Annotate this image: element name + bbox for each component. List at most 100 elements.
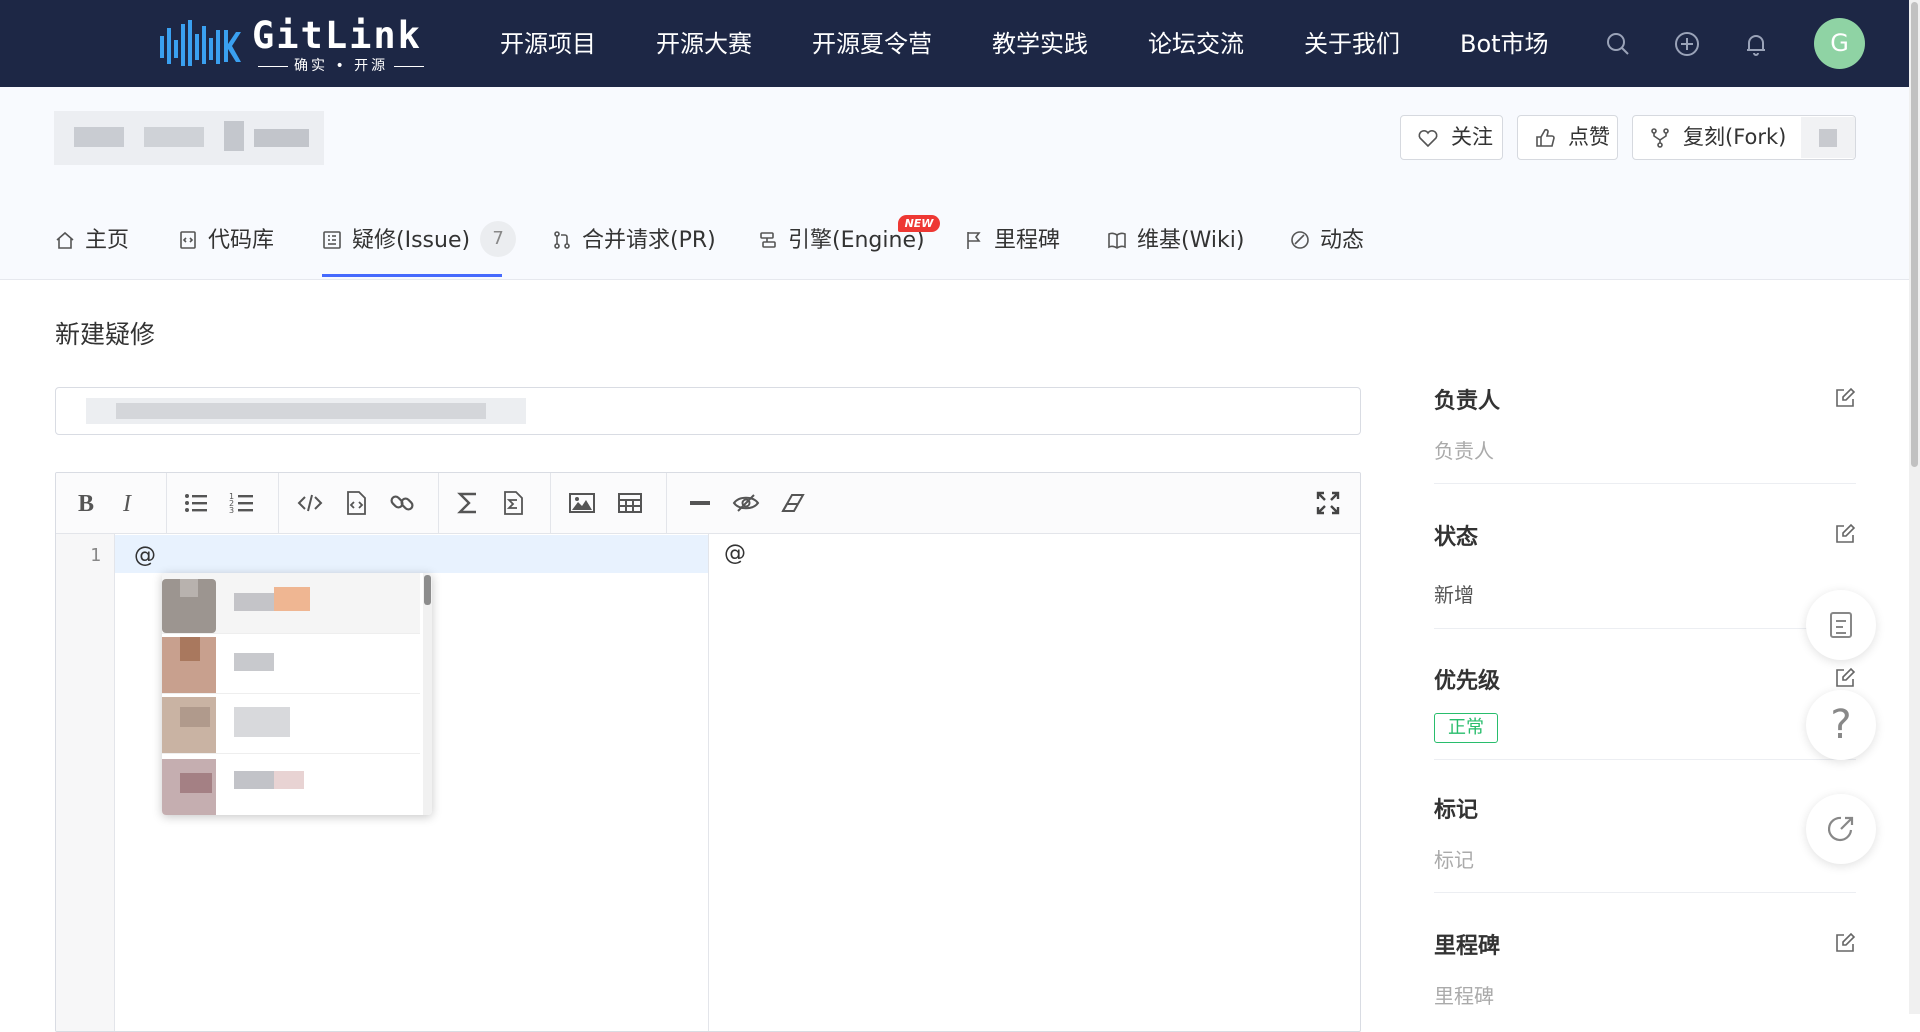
- user-avatar[interactable]: G: [1814, 18, 1865, 69]
- nav-forum[interactable]: 论坛交流: [1148, 28, 1244, 60]
- formula-icon[interactable]: [454, 489, 482, 517]
- milestone-title: 里程碑: [1434, 934, 1501, 959]
- mention-option[interactable]: [162, 693, 420, 754]
- dropdown-scrollbar-thumb[interactable]: [424, 575, 431, 605]
- toolbar-separator: [278, 473, 279, 533]
- toolbar-separator: [666, 473, 667, 533]
- watch-label: 关注: [1451, 125, 1493, 149]
- float-help-button[interactable]: ?: [1806, 690, 1876, 760]
- svg-text:I: I: [122, 491, 132, 517]
- fork-button[interactable]: 复刻(Fork): [1632, 115, 1856, 160]
- logo-slogan: 确实 • 开源: [252, 58, 430, 74]
- bullet-list-icon[interactable]: [182, 489, 210, 517]
- eraser-icon[interactable]: [778, 489, 806, 517]
- toolbar-separator: [166, 473, 167, 533]
- mention-option[interactable]: [162, 633, 420, 694]
- float-notes-button[interactable]: [1806, 590, 1876, 660]
- editor-content[interactable]: @: [134, 543, 156, 568]
- activity-icon: [1291, 231, 1309, 249]
- engine-icon: [760, 232, 776, 248]
- mention-option[interactable]: [162, 753, 420, 815]
- tab-code[interactable]: 代码库: [178, 225, 274, 257]
- section-divider: [1434, 759, 1856, 760]
- edit-status-icon[interactable]: [1834, 523, 1856, 545]
- issue-title-input[interactable]: [55, 387, 1361, 435]
- home-icon: [56, 231, 74, 249]
- tab-pull-request[interactable]: 合并请求(PR): [552, 225, 716, 257]
- issue-count-badge: 7: [480, 221, 517, 257]
- milestone-section: 里程碑 里程碑: [1434, 928, 1856, 1014]
- page-title: 新建疑修: [55, 320, 156, 349]
- logo-slogan-text: 确实 • 开源: [294, 58, 389, 74]
- code-icon[interactable]: [296, 489, 324, 517]
- assignee-title: 负责人: [1434, 389, 1501, 414]
- nav-summer-camp[interactable]: 开源夏令营: [812, 28, 932, 60]
- image-icon[interactable]: [568, 489, 596, 517]
- gitlink-logo[interactable]: GitLink 确实 • 开源: [160, 14, 430, 74]
- issue-list-icon: [323, 231, 341, 249]
- active-line-highlight: [115, 535, 708, 573]
- editor-preview-divider: [708, 534, 709, 1031]
- nav-open-source-competition[interactable]: 开源大赛: [656, 28, 752, 60]
- section-divider: [1434, 892, 1856, 893]
- editor-toolbar: B I 123: [56, 473, 1360, 534]
- edit-assignee-icon[interactable]: [1834, 387, 1856, 409]
- italic-icon[interactable]: I: [114, 489, 142, 517]
- nav-teaching-practice[interactable]: 教学实践: [992, 28, 1088, 60]
- tab-issue[interactable]: 疑修(Issue) 7: [322, 221, 517, 257]
- tab-code-label: 代码库: [208, 228, 275, 253]
- notes-icon: [1830, 612, 1852, 638]
- code-block-icon[interactable]: [342, 489, 370, 517]
- title-input-redacted-block: [116, 403, 486, 419]
- formula-block-icon[interactable]: [499, 489, 527, 517]
- fork-icon: [1651, 128, 1669, 148]
- pull-request-icon: [554, 231, 570, 249]
- star-button[interactable]: 点赞: [1517, 115, 1618, 160]
- tab-activity[interactable]: 动态: [1290, 225, 1364, 257]
- svg-text:B: B: [78, 491, 94, 517]
- assignee-section: 负责人 负责人: [1434, 383, 1856, 484]
- float-share-button[interactable]: [1806, 794, 1876, 864]
- link-icon[interactable]: [388, 489, 416, 517]
- watch-button[interactable]: 关注: [1400, 115, 1503, 160]
- horizontal-rule-icon[interactable]: [686, 489, 714, 517]
- nav-bot-market[interactable]: Bot市场: [1460, 28, 1549, 60]
- fork-count-redacted-block: [1819, 129, 1837, 147]
- tab-milestone[interactable]: 里程碑: [964, 225, 1060, 257]
- thumbs-up-icon: [1536, 128, 1555, 147]
- numbered-list-icon[interactable]: 123: [228, 489, 256, 517]
- nav-about-us[interactable]: 关于我们: [1304, 28, 1400, 60]
- priority-section: 优先级 正常: [1434, 663, 1856, 763]
- logo-wordmark: GitLink: [252, 14, 422, 57]
- search-icon[interactable]: [1604, 30, 1632, 58]
- priority-tag: 正常: [1434, 713, 1498, 743]
- repo-title-redacted: [54, 111, 324, 165]
- tab-home[interactable]: 主页: [55, 225, 129, 257]
- add-circle-icon[interactable]: [1673, 30, 1701, 58]
- mention-dropdown: [162, 573, 432, 815]
- status-title: 状态: [1434, 525, 1479, 550]
- edit-priority-icon[interactable]: [1834, 667, 1856, 689]
- bold-icon[interactable]: B: [72, 489, 100, 517]
- label-value: 标记: [1434, 848, 1474, 872]
- nav-open-source-projects[interactable]: 开源项目: [500, 28, 596, 60]
- tab-issue-label: 疑修(Issue): [352, 228, 471, 253]
- page-scrollbar-thumb[interactable]: [1911, 2, 1918, 467]
- dropdown-scrollbar[interactable]: [423, 573, 432, 815]
- toolbar-separator: [438, 473, 439, 533]
- share-icon: [1827, 816, 1854, 842]
- section-divider: [1434, 628, 1856, 629]
- table-icon[interactable]: [616, 489, 644, 517]
- mention-option[interactable]: [162, 573, 420, 634]
- edit-milestone-icon[interactable]: [1834, 932, 1856, 954]
- tab-milestone-label: 里程碑: [994, 228, 1061, 253]
- preview-toggle-icon[interactable]: [732, 489, 760, 517]
- preview-content: @: [724, 541, 746, 566]
- line-number: 1: [90, 545, 101, 566]
- bell-icon[interactable]: [1742, 30, 1770, 58]
- status-value: 新增: [1434, 583, 1474, 607]
- fullscreen-icon[interactable]: [1314, 489, 1342, 517]
- active-tab-indicator: [322, 274, 502, 277]
- flag-icon: [967, 232, 981, 249]
- tab-wiki[interactable]: 维基(Wiki): [1107, 225, 1244, 257]
